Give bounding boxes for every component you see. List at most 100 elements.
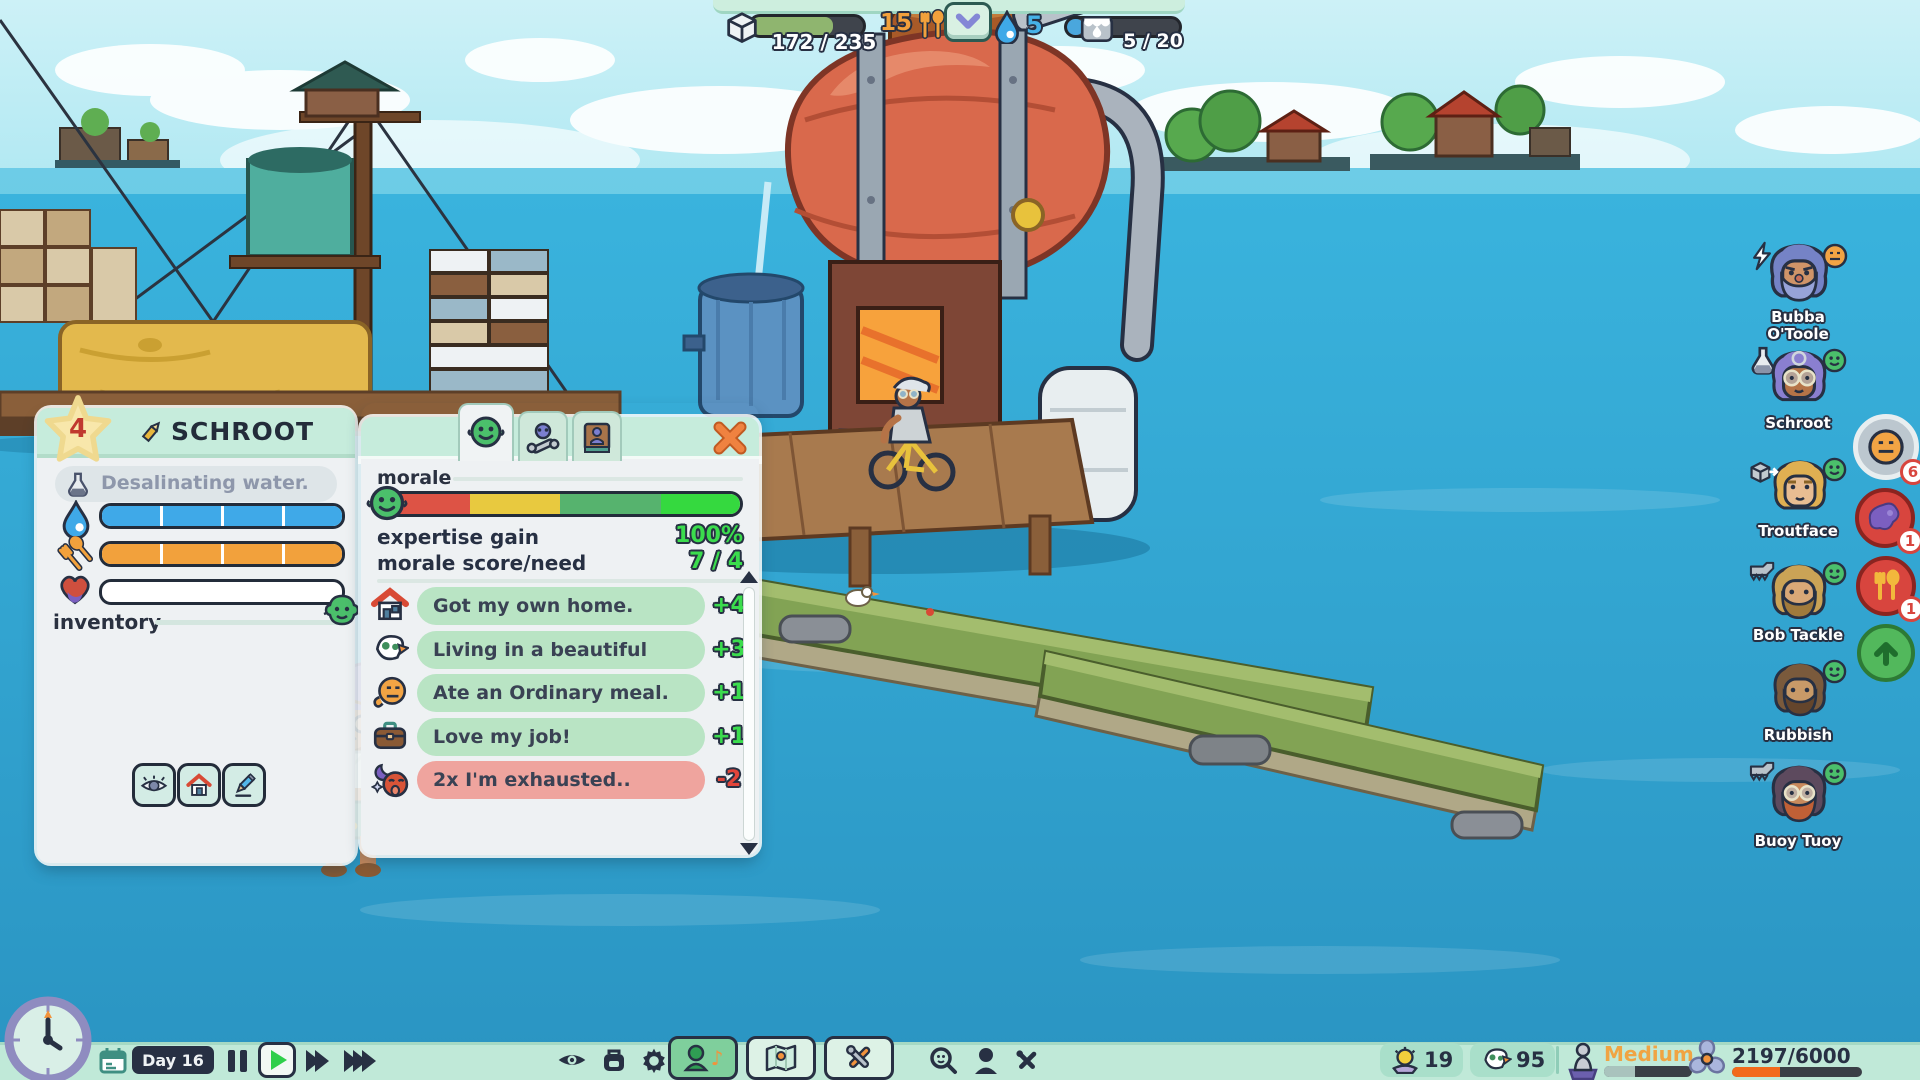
morale-divider — [453, 477, 743, 481]
meh-face-icon — [1867, 428, 1905, 466]
scroll-up-arrow[interactable] — [740, 571, 758, 583]
pencil-icon — [231, 772, 257, 798]
skills-icon — [526, 421, 560, 455]
morale-slider-bright — [661, 494, 740, 514]
droplet-icon — [994, 10, 1020, 44]
top-hud: 172 / 235 15 5 5 / 20 — [0, 0, 1920, 60]
mood-happy-icon — [1822, 659, 1848, 685]
satiety-icon — [57, 536, 95, 572]
alert-morale[interactable]: 6 — [1853, 414, 1919, 480]
alert-need[interactable]: 1 — [1855, 488, 1915, 548]
modifier-row: Ate an Ordinary meal. — [417, 674, 705, 712]
difficulty-statue-icon — [1566, 1040, 1600, 1080]
character-name: SCHROOT — [171, 417, 314, 446]
close-icon — [711, 421, 749, 455]
backpack-icon[interactable] — [600, 1046, 628, 1074]
research-badge[interactable]: 19 — [1380, 1043, 1463, 1077]
tools-icon — [842, 1041, 876, 1075]
day-counter: Day 16 — [132, 1046, 214, 1074]
stats-divider — [377, 579, 743, 583]
satiety-bar — [99, 541, 345, 567]
character-panel: 4 SCHROOT Desalinating water. inventory — [37, 408, 355, 863]
propeller-icon — [1688, 1040, 1726, 1078]
drift-label: 2197/6000 — [1732, 1044, 1851, 1068]
inventory-label: inventory — [53, 610, 161, 634]
villagers-button[interactable]: ♪ — [668, 1036, 738, 1080]
difficulty-bar — [1604, 1066, 1692, 1077]
roster-entry-bob-tackle[interactable]: Bob Tackle — [1748, 557, 1858, 657]
roster-name: Buoy Tuoy — [1743, 833, 1853, 850]
morale-score-label: morale score/need — [377, 551, 586, 575]
roster-name: Schroot — [1743, 415, 1853, 432]
alert-stack: 6 1 1 — [1853, 414, 1920, 694]
inventory-divider — [155, 620, 339, 625]
map-icon — [763, 1043, 799, 1073]
tab-biography[interactable] — [572, 411, 622, 461]
scrollbar-track[interactable] — [743, 587, 755, 841]
play-icon — [271, 1050, 287, 1070]
music-note-icon: ♪ — [711, 1046, 724, 1070]
tab-skills[interactable] — [518, 411, 568, 461]
visibility-icon[interactable] — [556, 1048, 588, 1072]
food-count: 15 — [880, 10, 912, 36]
roster-entry-rubbish[interactable]: Rubbish — [1748, 655, 1858, 755]
find-villager-icon[interactable] — [928, 1046, 958, 1076]
drift-bar — [1732, 1067, 1862, 1077]
roster-entry-buoy-tuoy[interactable]: Buoy Tuoy — [1748, 757, 1858, 861]
alert-hunger[interactable]: 1 — [1856, 556, 1916, 616]
seagull-badge[interactable]: 95 — [1470, 1043, 1555, 1077]
morale-panel: morale expertise gain 100% morale score/… — [361, 403, 759, 855]
mood-happy-icon — [1822, 761, 1848, 787]
scroll-down-arrow[interactable] — [740, 843, 758, 855]
roster-entry-schroot[interactable]: Schroot — [1748, 343, 1858, 443]
fast-forward-button[interactable] — [306, 1050, 329, 1076]
morale-face-icon — [467, 413, 505, 451]
exhausted-modifier-icon — [371, 761, 409, 799]
roster-entry-troutface[interactable]: Troutface — [1748, 453, 1858, 553]
close-button[interactable] — [711, 421, 749, 455]
hydration-bar — [99, 503, 345, 529]
clock-widget — [4, 996, 92, 1080]
rename-button[interactable] — [222, 763, 266, 807]
biography-book-icon — [581, 421, 613, 455]
expertise-gain-value: 100% — [675, 523, 743, 548]
home-modifier-icon — [371, 587, 409, 623]
seagull-modifier-icon — [371, 631, 409, 667]
calendar-icon — [98, 1046, 128, 1076]
roster-name: Rubbish — [1743, 727, 1853, 744]
home-button[interactable] — [177, 763, 221, 807]
pause-button[interactable] — [228, 1050, 248, 1072]
lightning-task-icon — [1748, 241, 1776, 271]
storage-count: 172 / 235 — [768, 30, 880, 54]
morale-slider-yellow — [470, 494, 560, 514]
play-button[interactable] — [258, 1042, 296, 1078]
expertise-gain-label: expertise gain — [377, 525, 539, 549]
alert-upgrade[interactable] — [1857, 624, 1915, 682]
morale-slider — [377, 491, 743, 517]
villager-icon — [683, 1044, 709, 1072]
roster-name: Bubba O'Toole — [1743, 309, 1853, 342]
seagull-count: 95 — [1516, 1048, 1545, 1072]
settings-gear-icon[interactable] — [640, 1046, 668, 1074]
follow-button[interactable] — [132, 763, 176, 807]
hud-collapse-button[interactable] — [944, 2, 992, 42]
utensils-icon — [914, 8, 948, 42]
morale-slider-knob — [361, 482, 403, 524]
mood-meh-icon — [1822, 243, 1848, 269]
roster-entry-bubba[interactable]: Bubba O'Toole — [1748, 235, 1858, 339]
modifier-row: Love my job! — [417, 718, 705, 756]
tools-button[interactable] — [824, 1036, 894, 1080]
tab-morale[interactable] — [458, 403, 514, 461]
edit-name-icon[interactable] — [140, 420, 164, 444]
seagull-icon — [1480, 1046, 1512, 1074]
health-bar — [99, 579, 345, 605]
build-tools-icon[interactable] — [1012, 1046, 1042, 1076]
flask-icon — [65, 470, 91, 498]
fastest-forward-button[interactable] — [344, 1050, 376, 1076]
citizen-list-icon[interactable] — [972, 1046, 1000, 1076]
difficulty-label: Medium — [1604, 1042, 1694, 1066]
modifier-row: Living in a beautiful town. — [417, 631, 705, 669]
morale-slider-green — [560, 494, 661, 514]
rain-tank-count: 5 / 20 — [1118, 30, 1188, 52]
map-button[interactable] — [746, 1036, 816, 1080]
